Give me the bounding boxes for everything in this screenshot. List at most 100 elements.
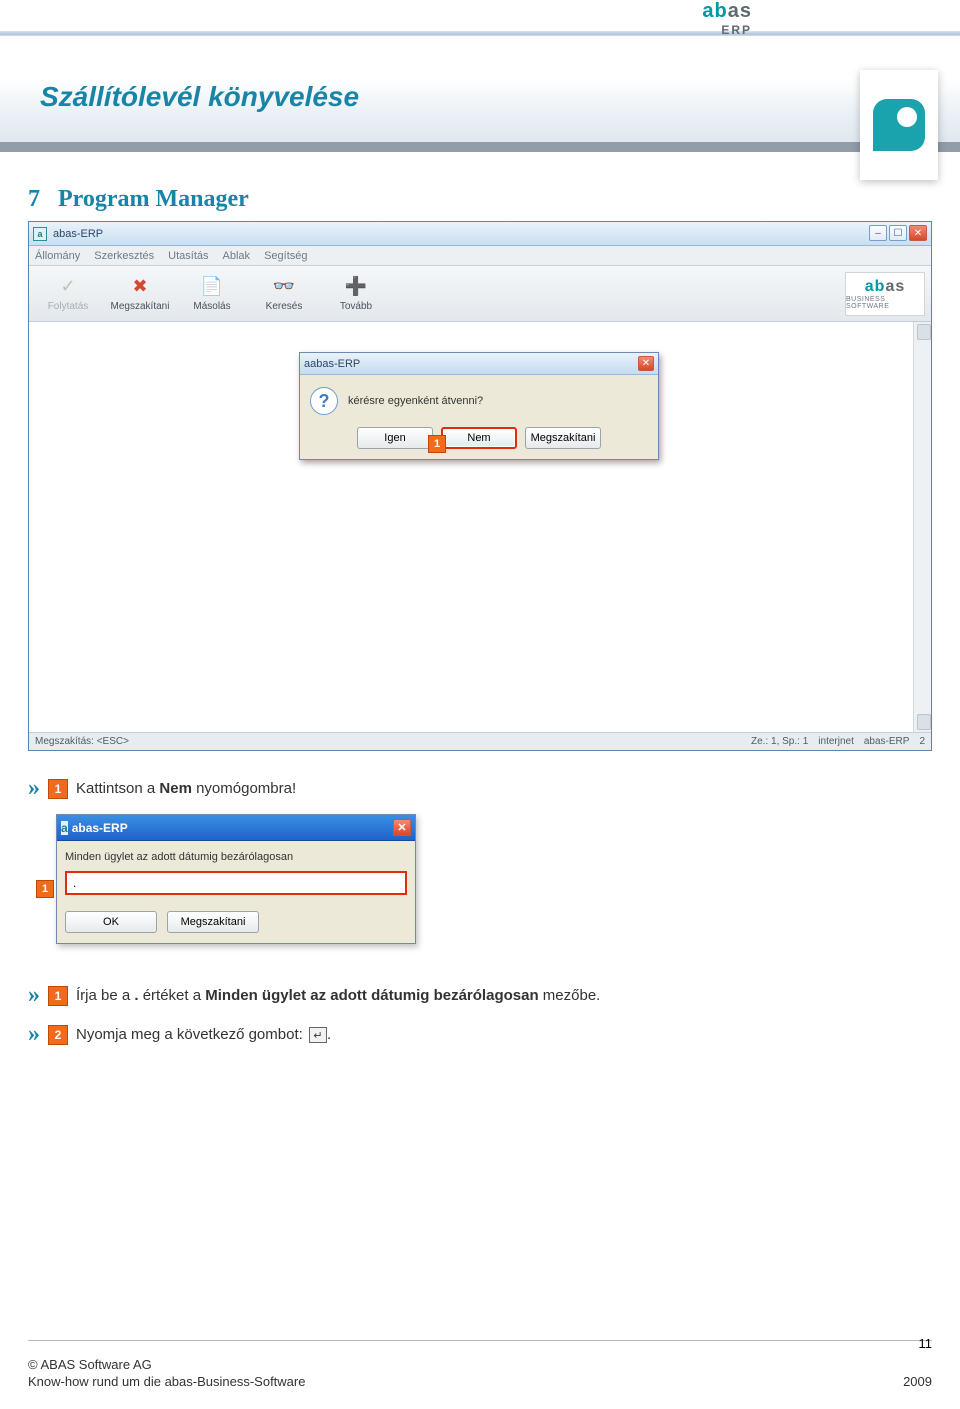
- step-badge-2: 2: [48, 1025, 68, 1045]
- confirm-dialog: a abas-ERP ✕ ? kérésre egyenként átvenni…: [299, 352, 659, 460]
- input-dialog-body: Minden ügylet az adott dátumig bezárólag…: [57, 841, 415, 903]
- close-button[interactable]: ✕: [909, 225, 927, 241]
- text: Kattintson a: [76, 780, 159, 797]
- instruction-2-text: Írja be a . értéket a Minden ügylet az a…: [76, 987, 600, 1004]
- maximize-button[interactable]: ☐: [889, 225, 907, 241]
- window-titlebar: a abas-ERP – ☐ ✕: [29, 222, 931, 246]
- menu-item[interactable]: Utasítás: [168, 250, 208, 262]
- toolbar-copy[interactable]: 📄 Másolás: [177, 269, 247, 319]
- status-count: 2: [919, 736, 925, 747]
- input-dialog-title: abas-ERP: [72, 821, 128, 835]
- copy-icon: 📄: [201, 276, 223, 298]
- footer-year: 2009: [903, 1374, 932, 1389]
- question-icon: ?: [310, 387, 338, 415]
- toolbar-brand: abas BUSINESS SOFTWARE: [845, 272, 925, 316]
- date-input-value: .: [73, 876, 76, 890]
- minimize-button[interactable]: –: [869, 225, 887, 241]
- input-dialog-wrap: 1 a abas-ERP ✕ Minden ügylet az adott dá…: [56, 814, 436, 954]
- vertical-scrollbar[interactable]: [913, 322, 931, 732]
- instruction-1: » 1 Kattintson a Nem nyomógombra!: [28, 775, 932, 802]
- text: értéket a: [139, 987, 206, 1004]
- yes-button[interactable]: Igen: [357, 427, 433, 449]
- ok-button[interactable]: OK: [65, 911, 157, 933]
- app-icon: a: [33, 227, 47, 241]
- plus-icon: ➕: [345, 276, 367, 298]
- status-app: abas-ERP: [864, 736, 910, 747]
- toolbar-abort[interactable]: ✖ Megszakítani: [105, 269, 175, 319]
- toolbar-label: Másolás: [193, 301, 230, 312]
- menu-item[interactable]: Segítség: [264, 250, 307, 262]
- confirm-body: ? kérésre egyenként átvenni?: [300, 375, 658, 423]
- cancel-button[interactable]: Megszakítani: [167, 911, 259, 933]
- menu-item[interactable]: Ablak: [223, 250, 251, 262]
- page-title: Szállítólevél könyvelése: [40, 81, 359, 113]
- top-underline: [0, 31, 960, 35]
- input-dialog: a abas-ERP ✕ Minden ügylet az adott dátu…: [56, 814, 416, 944]
- toolbar-label: Tovább: [340, 301, 372, 312]
- section-title: Program Manager: [58, 186, 249, 212]
- brand-tag: BUSINESS SOFTWARE: [846, 296, 924, 310]
- enter-key-icon: ↵: [309, 1027, 327, 1043]
- footer-tagline: Know-how rund um die abas-Business-Softw…: [28, 1374, 305, 1389]
- cancel-button[interactable]: Megszakítani: [525, 427, 601, 449]
- brand-sub: ERP: [721, 23, 752, 37]
- callout-badge-1: 1: [428, 435, 446, 453]
- corner-logo-mark: [873, 99, 925, 151]
- toolbar-more[interactable]: ➕ Tovább: [321, 269, 391, 319]
- brand-logo: abas ERP: [668, 0, 752, 36]
- no-button[interactable]: Nem: [441, 427, 517, 449]
- instruction-3-text: Nyomja meg a következő gombot: ↵.: [76, 1026, 331, 1044]
- text: Nyomja meg a következő gombot:: [76, 1026, 307, 1043]
- corner-logo-card: [860, 70, 938, 180]
- instruction-1-text: Kattintson a Nem nyomógombra!: [76, 780, 296, 797]
- title-band: Szállítólevél könyvelése: [0, 52, 960, 152]
- window-controls: – ☐ ✕: [869, 225, 927, 241]
- status-left: Megszakítás: <ESC>: [35, 736, 129, 747]
- brand-b: as: [885, 278, 905, 295]
- brand-word-b: as: [728, 0, 752, 22]
- instructions: » 1 Kattintson a Nem nyomógombra! 1 a ab…: [28, 775, 932, 1048]
- footer-separator: [28, 1340, 932, 1341]
- main-window: a abas-ERP – ☐ ✕ Állomány Szerkesztés Ut…: [28, 221, 932, 751]
- toolbar-label: Folytatás: [48, 301, 89, 312]
- toolbar-label: Keresés: [266, 301, 303, 312]
- toolbar-search[interactable]: 👓 Keresés: [249, 269, 319, 319]
- status-right: Ze.: 1, Sp.: 1 interjnet abas-ERP 2: [751, 736, 925, 747]
- bullet-icon: »: [28, 775, 40, 802]
- window-title: abas-ERP: [53, 228, 103, 240]
- section-number: 7: [28, 186, 40, 212]
- confirm-buttons: Igen 1 Nem Megszakítani: [300, 423, 658, 459]
- text: .: [327, 1026, 331, 1043]
- text-bold: Minden ügylet az adott dátumig bezárólag…: [205, 987, 538, 1004]
- toolbar: ✓ Folytatás ✖ Megszakítani 📄 Másolás 👓 K…: [29, 266, 931, 322]
- instruction-2: » 1 Írja be a . értéket a Minden ügylet …: [28, 982, 932, 1009]
- menu-bar: Állomány Szerkesztés Utasítás Ablak Segí…: [29, 246, 931, 266]
- brand-a: ab: [865, 278, 886, 295]
- toolbar-continue[interactable]: ✓ Folytatás: [33, 269, 103, 319]
- page-number: 11: [919, 1336, 933, 1351]
- status-bar: Megszakítás: <ESC> Ze.: 1, Sp.: 1 interj…: [29, 732, 931, 750]
- confirm-titlebar: a abas-ERP ✕: [300, 353, 658, 375]
- brand-word-a: ab: [702, 0, 727, 22]
- callout-badge-side: 1: [36, 880, 54, 898]
- top-strip: abas ERP: [0, 0, 960, 36]
- text: Írja be a: [76, 987, 134, 1004]
- menu-item[interactable]: Állomány: [35, 250, 80, 262]
- step-badge-1: 1: [48, 779, 68, 799]
- toolbar-label: Megszakítani: [111, 301, 170, 312]
- input-dialog-close-button[interactable]: ✕: [393, 819, 411, 836]
- status-cursor: Ze.: 1, Sp.: 1: [751, 736, 808, 747]
- menu-item[interactable]: Szerkesztés: [94, 250, 154, 262]
- status-host: interjnet: [818, 736, 854, 747]
- check-icon: ✓: [57, 276, 79, 298]
- step-badge-1b: 1: [48, 986, 68, 1006]
- confirm-title: abas-ERP: [310, 358, 360, 370]
- glasses-icon: 👓: [273, 276, 295, 298]
- confirm-text: kérésre egyenként átvenni?: [348, 395, 483, 407]
- confirm-close-button[interactable]: ✕: [638, 356, 654, 371]
- text: mezőbe.: [539, 987, 601, 1004]
- text-bold: Nem: [159, 780, 192, 797]
- footer-copyright: © ABAS Software AG: [28, 1357, 305, 1372]
- page-footer: © ABAS Software AG Know-how rund um die …: [28, 1357, 932, 1389]
- date-input-field[interactable]: .: [65, 871, 407, 895]
